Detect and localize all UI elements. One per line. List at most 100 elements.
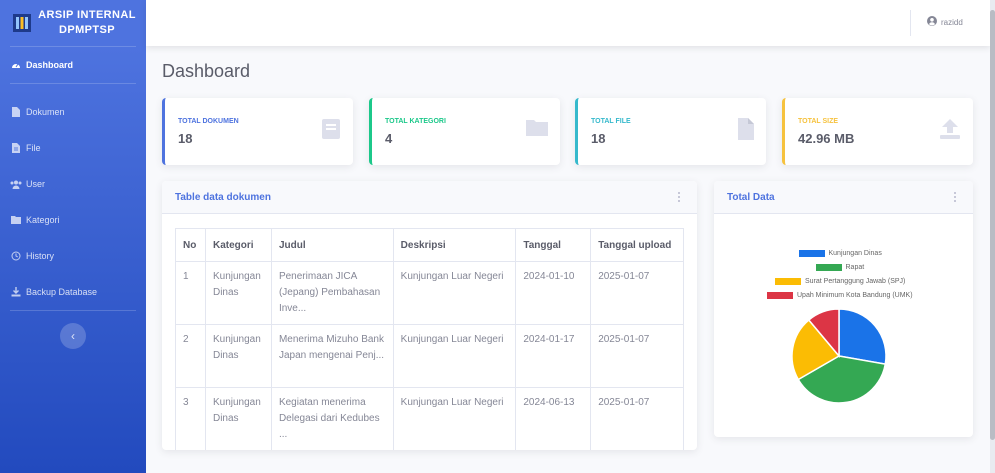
username: razidd [941,17,963,27]
pie-slice[interactable] [791,318,841,381]
legend-label: Upah Minimum Kota Bandung (UMK) [797,292,913,299]
legend-swatch [815,264,842,271]
sidebar-brand[interactable]: ARSIP INTERNAL DPMPTSP [0,0,146,46]
sidebar-item-kategori[interactable]: Kategori [0,202,146,238]
sidebar-item-backup-database[interactable]: Backup Database [0,274,146,310]
sidebar-item-file[interactable]: File [0,130,146,166]
sidebar-item-label: Kategori [26,215,60,225]
stat-value: 18 [178,131,193,146]
sidebar-item-history[interactable]: History [0,238,146,274]
sidebar-item-label: Dokumen [26,107,65,117]
file-icon [10,106,22,118]
table-card-header: Table data dokumen [162,181,697,214]
pie-slice[interactable] [838,308,887,366]
sidebar-divider [10,310,136,311]
stat-value: 18 [591,131,606,146]
upload-icon [939,118,961,145]
cell-deskripsi: Kunjungan Luar Negeri [392,387,517,450]
cell-tanggal-upload: 2025-01-07 [590,387,684,450]
brand-title: ARSIP INTERNAL DPMPTSP [38,9,136,36]
stat-label: TOTAL DOKUMEN [178,118,239,125]
legend-item[interactable]: Kunjungan Dinas [798,250,882,257]
cell-judul: Penerimaan JICA (Jepang) Pembahasan Inve… [270,261,394,325]
chart-card-header: Total Data [714,181,973,214]
pie-chart [791,308,887,404]
pie-slice[interactable] [807,308,840,359]
file-alt-icon [10,142,22,154]
cell-tanggal-upload: 2025-01-07 [590,261,684,325]
sidebar-item-label: User [26,179,46,189]
sidebar-item-label: History [26,251,55,261]
stat-card-total-file: TOTAL FILE 18 [575,98,766,165]
column-header-tanggal: Tanggal [515,228,592,262]
users-icon [10,178,22,190]
stat-card-total-dokumen: TOTAL DOKUMEN 18 [162,98,353,165]
table-row[interactable]: 1 Kunjungan Dinas Penerimaan JICA (Jepan… [175,261,684,325]
cell-judul: Menerima Mizuho Bank Japan mengenai Penj… [270,324,394,388]
legend-item[interactable]: Surat Pertanggung Jawab (SPJ) [775,278,905,285]
history-icon [10,250,22,262]
legend-item[interactable]: Upah Minimum Kota Bandung (UMK) [767,292,913,299]
legend-swatch [775,278,801,285]
chevron-left-icon: ‹ [71,329,75,343]
more-options-icon[interactable] [674,191,684,203]
sidebar-toggle-button[interactable]: ‹ [60,323,86,349]
column-header-no: No [175,228,206,262]
scrollbar-thumb[interactable] [990,10,995,440]
legend-swatch [767,292,793,299]
stat-label: TOTAL KATEGORI [385,118,446,125]
stat-label: TOTAL FILE [591,118,631,125]
legend-label: Rapat [845,264,865,271]
cell-no: 2 [175,324,206,388]
user-menu[interactable]: razidd [927,16,963,28]
cell-deskripsi: Kunjungan Luar Negeri [392,261,517,325]
topbar-divider [910,10,911,36]
sidebar-item-user[interactable]: User [0,166,146,202]
column-header-kategori: Kategori [204,228,272,262]
cell-kategori: Kunjungan Dinas [204,387,272,450]
legend-swatch [798,250,825,257]
sidebar-item-dashboard[interactable]: Dashboard [0,47,146,83]
column-header-tanggal-upload: Tanggal upload [590,228,684,262]
stat-value: 42.96 MB [798,131,855,146]
cell-kategori: Kunjungan Dinas [204,324,272,388]
stat-value: 4 [385,131,393,146]
download-icon [10,286,22,298]
folder-icon [10,214,22,226]
legend-item[interactable]: Rapat [815,264,865,271]
file-icon [738,118,754,145]
cell-judul: Kegiatan menerima Delegasi dari Kedubes … [270,387,394,450]
documents-table: No Kategori Judul Deskripsi Tanggal Tang… [175,228,684,450]
topbar: razidd [146,0,990,46]
legend-label: Kunjungan Dinas [828,250,882,257]
stat-label: TOTAL SIZE [798,118,839,125]
folder-icon [526,118,548,141]
chart-card: Total Data Kunjungan Dinas Rapat Surat Per… [714,181,973,437]
cell-tanggal: 2024-06-13 [515,387,592,450]
cell-kategori: Kunjungan Dinas [204,261,272,325]
cell-tanggal: 2024-01-10 [515,261,592,325]
sidebar: ARSIP INTERNAL DPMPTSP Dashboard Dokumen… [0,0,146,473]
table-row[interactable]: 3 Kunjungan Dinas Kegiatan menerima Dele… [175,387,684,450]
book-icon [321,118,341,145]
cell-tanggal: 2024-01-17 [515,324,592,388]
chart-card-title: Total Data [727,191,775,203]
user-circle-icon [927,16,937,28]
sidebar-item-dokumen[interactable]: Dokumen [0,94,146,130]
cell-no: 3 [175,387,206,450]
stat-card-total-size: TOTAL SIZE 42.96 MB [782,98,973,165]
table-wrapper: No Kategori Judul Deskripsi Tanggal Tang… [162,214,697,450]
page-title: Dashboard [162,61,251,81]
table-card-title: Table data dokumen [175,191,271,203]
table-row[interactable]: 2 Kunjungan Dinas Menerima Mizuho Bank J… [175,324,684,388]
cell-deskripsi: Kunjungan Luar Negeri [392,324,517,388]
more-options-icon[interactable] [950,191,960,203]
sidebar-item-label: Backup Database [26,287,98,297]
table-header-row: No Kategori Judul Deskripsi Tanggal Tang… [175,228,684,262]
legend-label: Surat Pertanggung Jawab (SPJ) [805,278,906,285]
pie-slice[interactable] [797,355,887,404]
cell-tanggal-upload: 2025-01-07 [590,324,684,388]
stat-card-total-kategori: TOTAL KATEGORI 4 [369,98,560,165]
column-header-judul: Judul [270,228,394,262]
logo-icon [10,11,34,35]
